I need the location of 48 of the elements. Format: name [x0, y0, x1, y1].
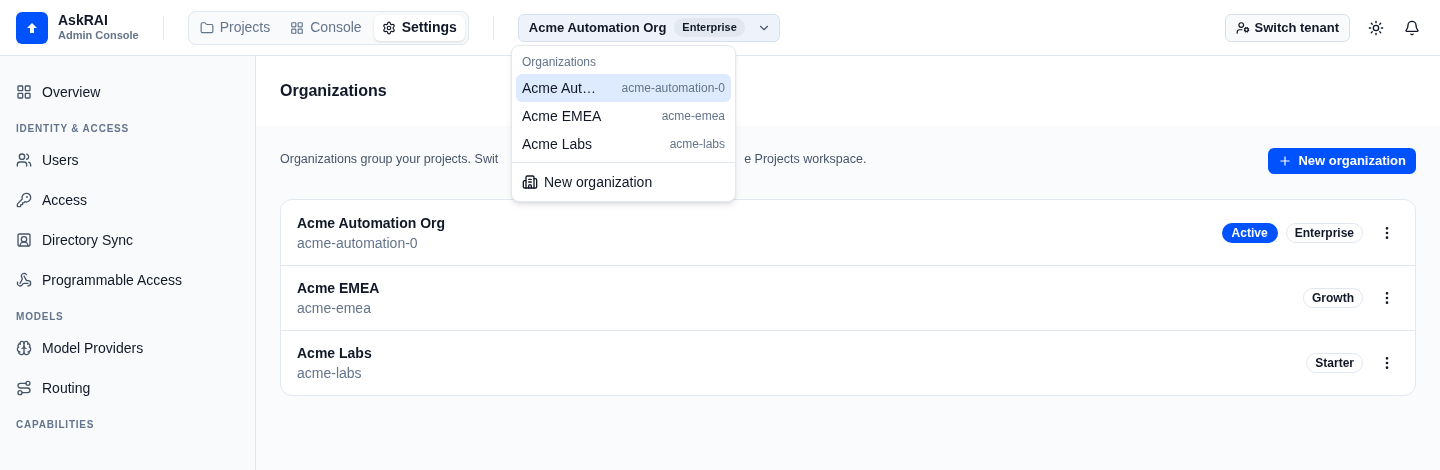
- organization-slug: acme-labs: [297, 364, 363, 383]
- organization-selector[interactable]: Acme Automation Org Enterprise: [517, 13, 780, 42]
- sidebar-section-label: IDENTITY & ACCESS: [16, 121, 131, 136]
- organization-slug: acme-automation-0: [297, 233, 419, 253]
- app-name: AskRAI: [58, 11, 109, 30]
- app-subtitle: Admin Console: [58, 29, 139, 44]
- organization-slug: acme-emea: [297, 299, 372, 318]
- sidebar-item[interactable]: Access: [16, 180, 239, 220]
- plan-badge: Enterprise: [674, 18, 745, 37]
- users-icon: [16, 152, 32, 168]
- nav-tab[interactable]: Settings: [373, 14, 465, 41]
- sidebar-item[interactable]: Users: [16, 140, 239, 180]
- key-icon: [16, 192, 32, 208]
- organization-menu-item[interactable]: Acme Aut… acme-automation-0: [516, 74, 731, 102]
- nav-tab[interactable]: Console: [282, 14, 370, 41]
- dropdown-heading: Organizations: [521, 54, 598, 71]
- grid-icon: [290, 20, 305, 35]
- sidebar-section-label: CAPABILITIES: [16, 417, 96, 432]
- grid-icon: [16, 84, 32, 100]
- organization-name: Acme EMEA: [297, 279, 380, 298]
- contact-card-icon: [16, 232, 32, 248]
- user-cog-icon: [1236, 20, 1251, 35]
- new-organization-button[interactable]: New organization: [1268, 148, 1416, 174]
- organization-row[interactable]: Acme EMEA acme-emea Growth: [281, 265, 1415, 330]
- webhook-icon: [16, 272, 32, 288]
- sidebar-section-label: MODELS: [16, 309, 65, 324]
- new-organization-menu-item[interactable]: New organization: [516, 167, 731, 197]
- nav-tab[interactable]: Projects: [191, 14, 279, 41]
- settings-icon: [381, 20, 396, 35]
- folder-icon: [199, 20, 214, 35]
- sidebar-item[interactable]: Directory Sync: [16, 220, 239, 260]
- organization-row[interactable]: Acme Automation Org acme-automation-0 Active Enterprise: [281, 200, 1415, 265]
- app-logo: [16, 11, 48, 44]
- plus-icon: [1278, 154, 1293, 168]
- sidebar-item[interactable]: Programmable Access: [16, 260, 239, 300]
- organization-menu-item[interactable]: Acme EMEA acme-emea: [516, 102, 731, 130]
- organization-row[interactable]: Acme Labs acme-labs Starter: [281, 330, 1415, 395]
- organization-name: Acme Automation Org: [297, 213, 446, 233]
- brain-icon: [16, 340, 32, 356]
- sidebar-item[interactable]: Overview: [16, 72, 239, 112]
- building-icon: [522, 174, 538, 190]
- route-icon: [16, 380, 32, 396]
- sidebar-item[interactable]: Routing: [16, 368, 239, 408]
- organization-name: Acme Labs: [297, 344, 372, 363]
- sidebar-item[interactable]: Model Providers: [16, 328, 239, 368]
- status-badge: Active: [1221, 222, 1278, 243]
- page-title: Organizations: [280, 81, 387, 101]
- switch-tenant-button[interactable]: Switch tenant: [1225, 13, 1350, 42]
